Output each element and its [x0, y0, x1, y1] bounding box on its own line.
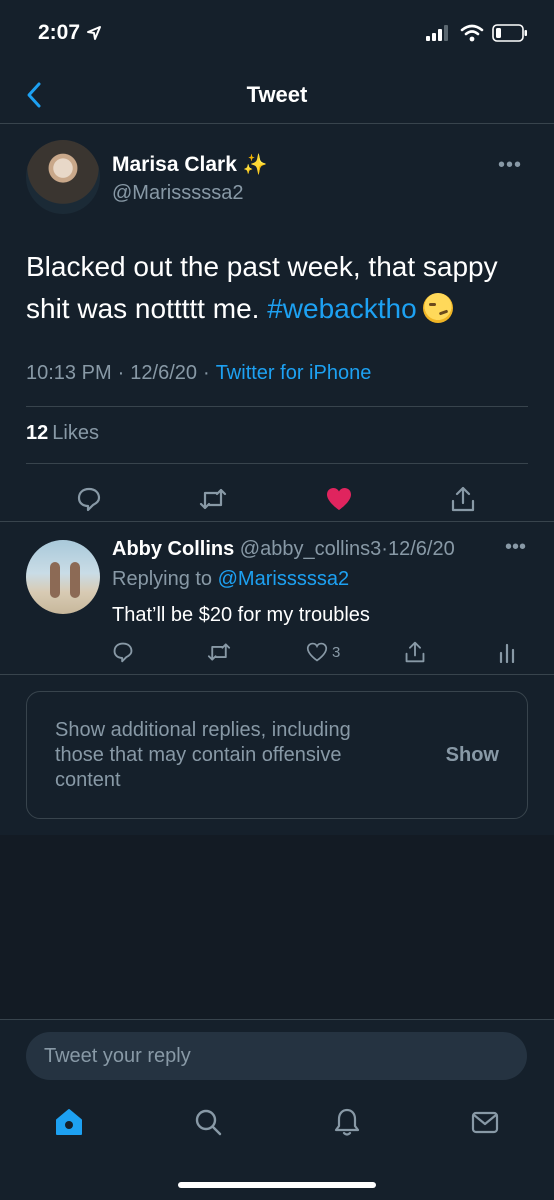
likes-label: Likes: [52, 422, 99, 444]
reply-author-name[interactable]: Abby Collins: [112, 538, 234, 560]
search-icon: [195, 1109, 222, 1136]
comment-icon: [113, 642, 133, 663]
replying-to: Replying to @Marisssssa2: [112, 568, 349, 591]
nav-bar: Tweet: [0, 66, 554, 124]
status-bar: 2:07: [0, 0, 554, 66]
back-button[interactable]: [20, 80, 48, 110]
reply-text: That’ll be $20 for my troubles: [112, 604, 370, 626]
bell-icon: [334, 1108, 360, 1136]
reply-reply-button[interactable]: [112, 638, 134, 666]
reply-like-count: 3: [332, 643, 341, 661]
reply-share-button[interactable]: [404, 638, 426, 666]
tweet-source[interactable]: Twitter for iPhone: [216, 362, 372, 385]
share-icon: [451, 486, 475, 512]
heart-icon: [306, 642, 328, 662]
author-name-text: Marisa Clark: [112, 152, 237, 176]
tab-notifications[interactable]: [325, 1100, 369, 1144]
retweet-icon: [199, 488, 227, 510]
tab-home[interactable]: [47, 1100, 91, 1144]
notice-text: Show additional replies, including those…: [55, 719, 351, 791]
divider: [0, 674, 554, 675]
replying-to-label: Replying to: [112, 568, 213, 590]
tweet-meta: 10:13 PM · 12/6/20 · Twitter for iPhone: [26, 362, 371, 385]
tweet-time: 10:13 PM: [26, 362, 112, 384]
tweet-date: 12/6/20: [130, 362, 198, 384]
reply-date: 12/6/20: [387, 538, 455, 560]
more-options-icon[interactable]: •••: [498, 154, 522, 177]
home-icon: [56, 1109, 82, 1135]
sparkles-emoji: ✨: [242, 154, 268, 176]
share-icon: [405, 641, 425, 663]
tweet-author: Marisa Clark ✨ @Marisssssa2 •••: [26, 140, 528, 214]
reply-retweet-button[interactable]: [206, 638, 232, 666]
divider: [26, 406, 528, 407]
battery-icon: [492, 24, 527, 42]
reply-avatar[interactable]: [26, 540, 100, 614]
reply-like-button[interactable]: 3: [306, 638, 340, 666]
reply-input[interactable]: [26, 1032, 527, 1080]
avatar[interactable]: [26, 140, 100, 214]
reply-author-handle[interactable]: @abby_collins3: [240, 538, 382, 560]
additional-replies-notice: Show additional replies, including those…: [26, 691, 528, 819]
tab-bar: [0, 1100, 554, 1144]
meta-separator: ·: [203, 362, 210, 384]
reply-analytics-button[interactable]: [498, 638, 516, 666]
like-button[interactable]: [322, 482, 356, 516]
meta-separator: ·: [381, 538, 388, 560]
show-button[interactable]: Show: [446, 744, 499, 767]
reply-more-options-icon[interactable]: •••: [505, 536, 526, 559]
chevron-left-icon: [27, 82, 41, 108]
reply-button[interactable]: [72, 482, 106, 516]
divider: [26, 463, 528, 464]
empty-area: [0, 835, 554, 1020]
author-name[interactable]: Marisa Clark ✨: [112, 152, 268, 177]
reply-actions: 3: [0, 638, 554, 668]
reply-tweet[interactable]: Abby Collins @abby_collins3·12/6/20 ••• …: [0, 522, 554, 674]
reply-header: Abby Collins @abby_collins3·12/6/20: [112, 538, 455, 561]
tweet-text: Blacked out the past week, that sappy sh…: [26, 246, 528, 330]
mail-icon: [471, 1111, 499, 1134]
tweet-actions: [0, 478, 554, 522]
status-time: 2:07: [38, 21, 102, 45]
likes-count: 12: [26, 422, 49, 444]
share-button[interactable]: [446, 482, 480, 516]
heart-filled-icon: [327, 488, 351, 510]
page-title: Tweet: [246, 81, 308, 107]
replying-to-mention[interactable]: @Marisssssa2: [218, 568, 349, 590]
comment-icon: [77, 487, 101, 512]
home-indicator: [178, 1182, 376, 1188]
tab-search[interactable]: [186, 1100, 230, 1144]
status-icons: [426, 24, 528, 42]
retweet-icon: [207, 643, 231, 661]
wifi-icon: [460, 24, 484, 42]
hashtag-link[interactable]: #webacktho: [267, 293, 416, 324]
signal-icon: [426, 25, 448, 41]
meta-separator: ·: [117, 362, 125, 384]
status-time-text: 2:07: [38, 21, 81, 44]
likes-row[interactable]: 12 Likes: [26, 422, 99, 445]
bottom-area: [0, 1019, 554, 1200]
tab-messages[interactable]: [463, 1100, 507, 1144]
analytics-icon: [499, 643, 515, 663]
smirk-emoji: [422, 293, 453, 323]
retweet-button[interactable]: [196, 482, 230, 516]
author-handle[interactable]: @Marisssssa2: [112, 182, 243, 205]
location-arrow-icon: [87, 26, 102, 40]
